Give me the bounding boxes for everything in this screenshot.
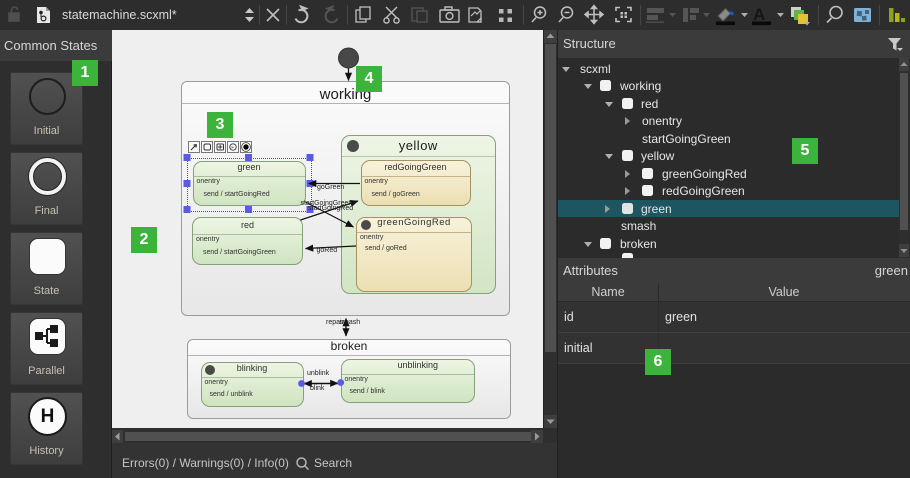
svg-text:statemachine.scxml*: statemachine.scxml* <box>62 8 177 22</box>
svg-text:A: A <box>753 5 765 24</box>
